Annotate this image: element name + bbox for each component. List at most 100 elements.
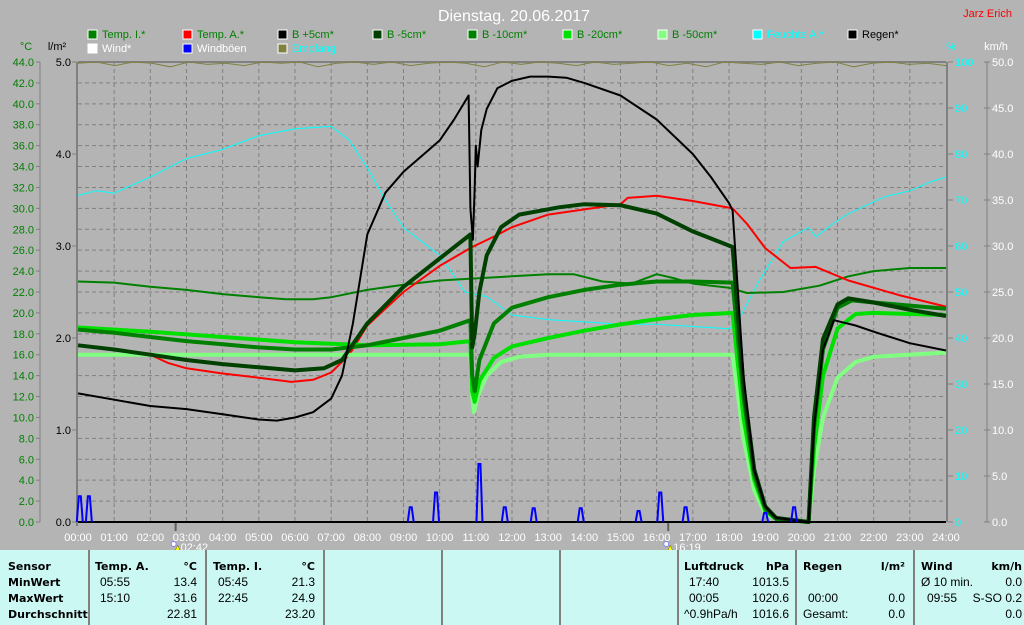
- temp-tick-label: 6.0: [19, 454, 34, 466]
- legend: Temp. I.* Temp. A.* B +5cm* B -5cm* B -10cm*…: [87, 29, 899, 55]
- x-tick-label: 05:00: [245, 532, 273, 544]
- wind-tick-label: 0.0: [992, 517, 1007, 529]
- legend-label: Empfang: [292, 43, 336, 55]
- wind-unit: km/h: [991, 560, 1022, 573]
- legend-item: Feuchte A.*: [752, 29, 825, 41]
- humidity-tick-label: 80: [955, 149, 967, 161]
- temp-tick-label: 40.0: [13, 99, 34, 111]
- chart-title: Dienstag. 20.06.2017: [438, 8, 590, 25]
- pressure-max: 1020.6: [752, 591, 789, 605]
- humidity-tick-label: 90: [955, 103, 967, 115]
- legend-label: Feuchte A.*: [767, 29, 825, 41]
- pressure-max-time: 00:05: [689, 591, 720, 605]
- temp-tick-label: 22.0: [13, 287, 34, 299]
- rain-unit: l/m²: [880, 560, 905, 573]
- wind-axis-label: km/h: [984, 41, 1008, 53]
- temp-tick-label: 4.0: [19, 475, 34, 487]
- legend-swatch: [657, 29, 668, 40]
- x-tick-label: 21:00: [824, 532, 852, 544]
- legend-label: B -50cm*: [672, 29, 718, 41]
- legend-swatch: [562, 29, 573, 40]
- temp-tick-label: 32.0: [13, 182, 34, 194]
- pressure-unit: hPa: [765, 560, 789, 573]
- legend-swatch: [752, 29, 763, 40]
- legend-item: B -5cm*: [372, 29, 427, 41]
- humidity-tick-label: 100: [955, 57, 973, 69]
- rain-axis-label: l/m²: [48, 41, 67, 53]
- sunrise-icon: [170, 541, 177, 547]
- temp-i-unit: °C: [301, 560, 315, 573]
- legend-item: Temp. A.*: [182, 29, 245, 41]
- x-tick-label: 01:00: [100, 532, 128, 544]
- humidity-axis-label: %: [946, 41, 956, 53]
- wind-tick-label: 50.0: [992, 57, 1013, 69]
- x-tick-label: 23:00: [896, 532, 924, 544]
- x-tick-label: 08:00: [354, 532, 382, 544]
- temp-i-min-time: 05:45: [218, 575, 249, 589]
- pressure-column: Luftdruck hPa 17:40 1013.5 00:05 1020.6 ^0.…: [679, 550, 797, 625]
- wind-tick-label: 40.0: [992, 149, 1013, 161]
- legend-swatch: [847, 29, 858, 40]
- weather-chart: Dienstag. 20.06.2017 Jarz Erich Temp. I.…: [13, 8, 1013, 550]
- temp-tick-label: 18.0: [13, 329, 34, 341]
- wind-avg-label: Ø 10 min.: [921, 575, 974, 589]
- temp-a-avg: 22.81: [166, 607, 197, 621]
- wind-tick-label: 30.0: [992, 241, 1013, 253]
- legend-label: Temp. I.*: [102, 29, 146, 41]
- temp-tick-label: 12.0: [13, 392, 34, 404]
- humidity-tick-label: 0: [955, 517, 961, 529]
- temp-tick-label: 8.0: [19, 433, 34, 445]
- pressure-header: Luftdruck: [684, 560, 744, 573]
- wind-last: 0.0: [1005, 607, 1022, 621]
- rain-column: Regen l/m² 00:00 0.0 Gesamt: 0.0: [797, 550, 915, 625]
- legend-label: Regen*: [862, 29, 899, 41]
- temp-axis-label: °C: [20, 41, 32, 53]
- temp-i-header: Temp. I.: [213, 560, 263, 573]
- min-label: MinWert: [8, 576, 61, 589]
- legend-swatch: [87, 29, 98, 40]
- temp-a-header: Temp. A.: [95, 560, 149, 573]
- max-label: MaxWert: [8, 592, 64, 605]
- temp-tick-label: 14.0: [13, 371, 34, 383]
- legend-swatch: [467, 29, 478, 40]
- temp-tick-label: 36.0: [13, 141, 34, 153]
- temp-tick-label: 24.0: [13, 266, 34, 278]
- wind-tick-label: 5.0: [992, 471, 1007, 483]
- rain-max: 0.0: [888, 591, 905, 605]
- temp-tick-label: 0.0: [19, 517, 34, 529]
- x-tick-label: 02:00: [137, 532, 165, 544]
- x-tick-label: 09:00: [390, 532, 418, 544]
- temp-a-min: 13.4: [173, 575, 197, 589]
- legend-swatch: [182, 43, 193, 54]
- temp-a-max-time: 15:10: [100, 591, 131, 605]
- x-tick-label: 00:00: [64, 532, 92, 544]
- temp-tick-label: 16.0: [13, 350, 34, 362]
- wind-max-time: 09:55: [927, 591, 958, 605]
- sensor-header: Sensor: [8, 560, 51, 573]
- sensor-column: Sensor MinWert MaxWert Durchschnitt: [0, 550, 90, 625]
- x-tick-label: 24:00: [932, 532, 960, 544]
- temp-tick-label: 34.0: [13, 162, 34, 174]
- wind-header: Wind: [921, 560, 953, 573]
- legend-swatch: [87, 43, 98, 54]
- temp-i-max-time: 22:45: [218, 591, 249, 605]
- legend-label: Temp. A.*: [197, 29, 245, 41]
- rain-tick-label: 1.0: [56, 425, 71, 437]
- avg-label: Durchschnitt: [8, 608, 88, 621]
- wind-tick-label: 45.0: [992, 103, 1013, 115]
- legend-label: B +5cm*: [292, 29, 335, 41]
- rain-header: Regen: [803, 560, 843, 573]
- temp-i-min: 21.3: [291, 575, 315, 589]
- rain-tick-label: 3.0: [56, 241, 71, 253]
- legend-label: B -10cm*: [482, 29, 528, 41]
- legend-item: Empfang: [277, 43, 336, 55]
- temp-tick-label: 44.0: [13, 57, 34, 69]
- temp-tick-label: 30.0: [13, 203, 34, 215]
- legend-label: Wind*: [102, 43, 132, 55]
- temp-tick-label: 20.0: [13, 308, 34, 320]
- author-label: Jarz Erich: [963, 8, 1012, 20]
- legend-label: B -5cm*: [387, 29, 427, 41]
- humidity-tick-label: 30: [955, 379, 967, 391]
- legend-item: Regen*: [847, 29, 899, 41]
- temp-a-max: 31.6: [173, 591, 197, 605]
